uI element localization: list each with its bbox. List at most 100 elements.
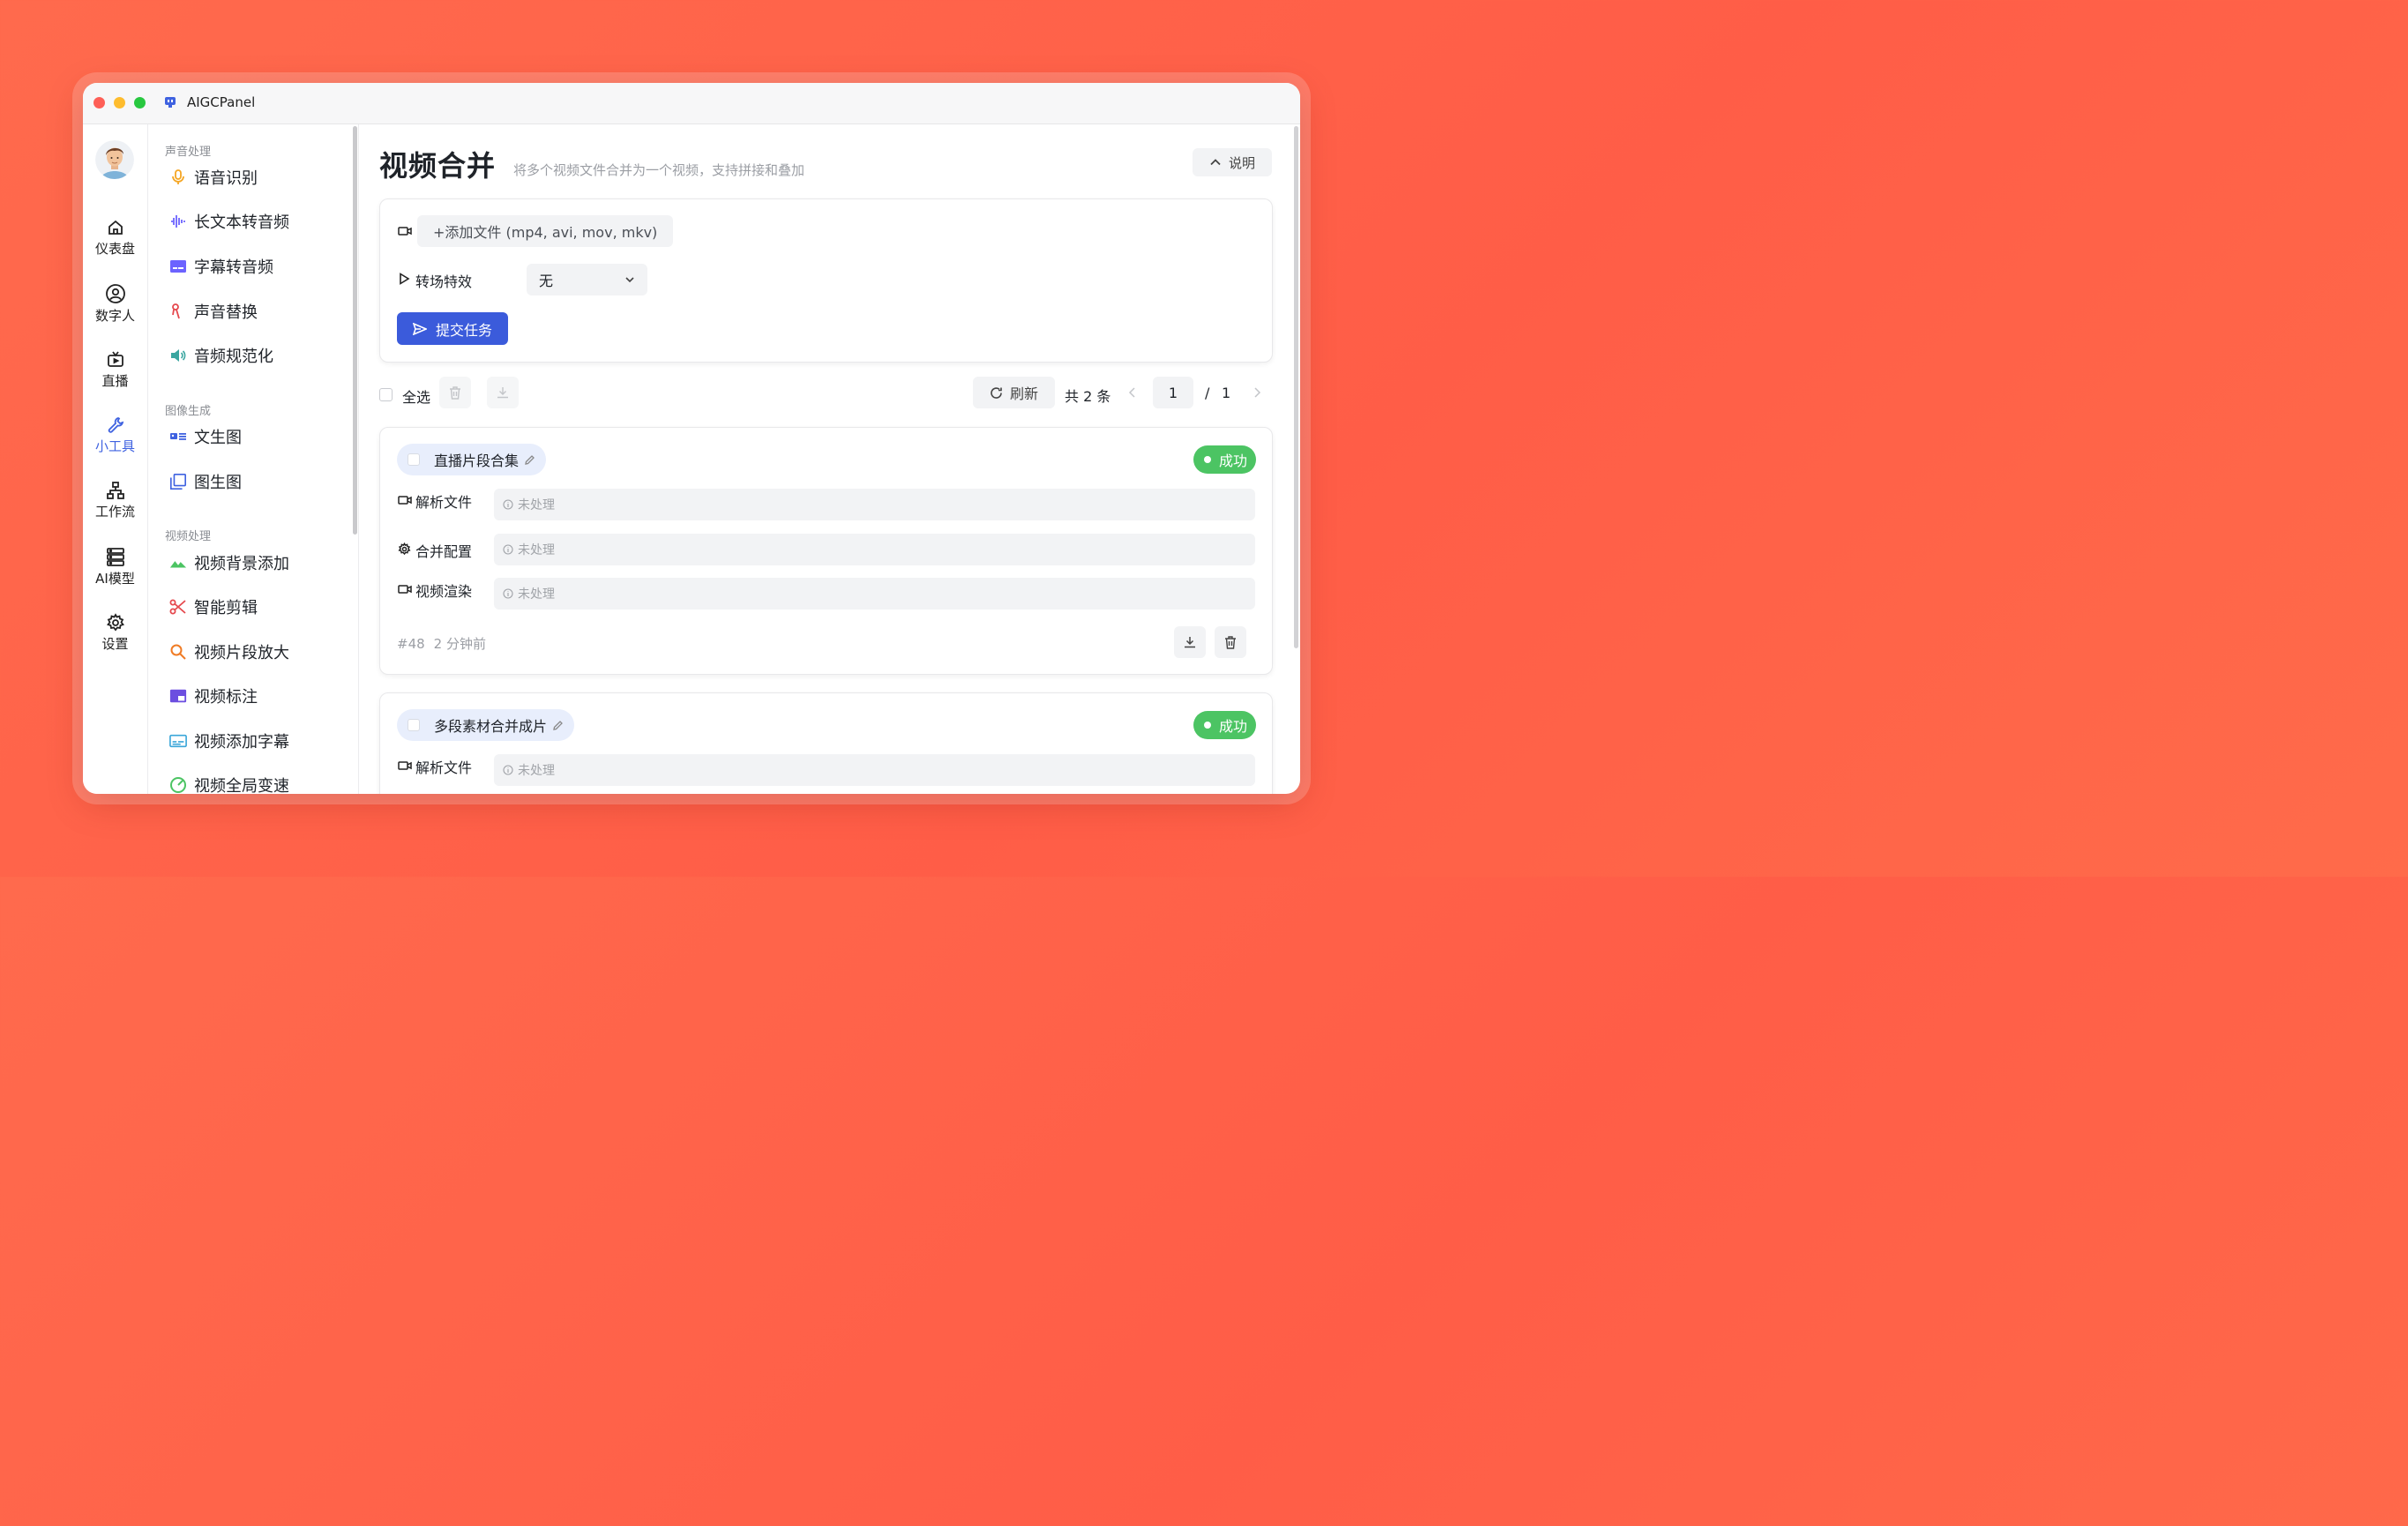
task-card: 直播片段合集 成功 解析文件 未处理 合并配置 未处理 视频渲染 未处理 #48… — [379, 427, 1273, 675]
prev-page-icon[interactable] — [1128, 387, 1137, 398]
download-icon — [497, 387, 508, 399]
workflow-icon — [106, 482, 124, 499]
menu-item-video-add-subtitle[interactable]: 视频添加字幕 — [169, 729, 289, 752]
task-name: 多段素材合并成片 — [434, 718, 548, 735]
task-checkbox[interactable] — [408, 719, 420, 731]
tv-icon — [107, 351, 123, 367]
rail-item-ai-model[interactable]: AI模型 — [83, 546, 147, 587]
status-badge: 成功 — [1193, 445, 1256, 474]
menu-group-title: 视频处理 — [165, 530, 212, 543]
tools-menu: 声音处理 语音识别 长文本转音频 字幕转音频 声音替换 音频规范化 图像生成 文… — [148, 124, 359, 794]
menu-item-subtitle-to-audio[interactable]: 字幕转音频 — [169, 255, 273, 278]
batch-download-button[interactable] — [487, 377, 519, 408]
waveform-icon — [169, 213, 187, 230]
download-icon — [1185, 637, 1195, 648]
menu-item-video-background[interactable]: 视频背景添加 — [169, 551, 289, 574]
menu-item-voice-replace[interactable]: 声音替换 — [169, 300, 258, 323]
menu-item-image-to-image[interactable]: 图生图 — [169, 470, 242, 493]
rail-item-settings[interactable]: 设置 — [83, 613, 147, 653]
transition-select[interactable]: 无 — [527, 264, 647, 295]
task-download-button[interactable] — [1174, 626, 1206, 658]
step-label: 解析文件 — [415, 759, 473, 776]
menu-group-title: 图像生成 — [165, 405, 212, 418]
maximize-window-button[interactable] — [134, 97, 146, 108]
menu-item-video-annotate[interactable]: 视频标注 — [169, 684, 258, 707]
rail-item-label: 直播 — [101, 373, 129, 389]
edit-pencil-icon[interactable] — [524, 454, 535, 466]
edit-pencil-icon[interactable] — [552, 720, 564, 731]
step-value: 未处理 — [494, 534, 1255, 565]
close-window-button[interactable] — [93, 97, 105, 108]
play-icon — [400, 273, 410, 285]
step-label: 合并配置 — [415, 543, 473, 560]
task-checkbox[interactable] — [408, 453, 420, 466]
rail-item-digital-human[interactable]: 数字人 — [83, 283, 147, 325]
page-separator: / — [1205, 385, 1210, 401]
page-number-input[interactable]: 1 — [1153, 377, 1193, 408]
rail-item-dashboard[interactable]: 仪表盘 — [83, 218, 147, 258]
menu-item-label: 音频规范化 — [194, 348, 273, 366]
nav-rail: 仪表盘 数字人 直播 小工具 工作流 AI模型 设置 — [83, 124, 148, 794]
step-label: 视频渲染 — [415, 583, 473, 600]
rail-item-label: 小工具 — [94, 438, 135, 454]
add-file-button[interactable]: +添加文件 (mp4, avi, mov, mkv) — [417, 215, 674, 247]
page-total: 1 — [1222, 385, 1231, 401]
title-bar: AIGCPanel — [83, 83, 1300, 124]
speaker-icon — [169, 347, 187, 364]
rail-item-workflow[interactable]: 工作流 — [83, 481, 147, 520]
menu-item-text-to-image[interactable]: 文生图 — [169, 425, 242, 448]
rail-item-tools[interactable]: 小工具 — [83, 415, 147, 455]
info-icon — [503, 765, 513, 775]
menu-item-label: 视频背景添加 — [194, 555, 289, 573]
task-delete-button[interactable] — [1215, 626, 1246, 658]
batch-delete-button[interactable] — [439, 377, 471, 408]
rail-item-live[interactable]: 直播 — [83, 350, 147, 390]
task-name-chip[interactable]: 直播片段合集 — [397, 444, 547, 475]
total-count: 共 2 条 — [1065, 388, 1111, 405]
picture-in-picture-icon — [169, 687, 187, 705]
menu-group-title: 声音处理 — [165, 146, 212, 159]
chevron-down-icon — [625, 277, 634, 283]
page-subtitle: 将多个视频文件合并为一个视频，支持拼接和叠加 — [513, 162, 805, 178]
menu-item-label: 字幕转音频 — [194, 258, 273, 277]
task-meta: #48 2 分钟前 — [397, 634, 486, 653]
avatar[interactable] — [95, 140, 134, 179]
menu-item-label: 视频标注 — [194, 688, 258, 707]
menu-item-video-upscale[interactable]: 视频片段放大 — [169, 640, 289, 663]
user-circle-icon — [105, 284, 125, 303]
gear-icon — [398, 542, 411, 556]
status-label: 成功 — [1218, 718, 1247, 735]
rail-item-label: 设置 — [101, 636, 129, 652]
microphone-icon — [169, 168, 187, 186]
menu-item-label: 长文本转音频 — [194, 213, 289, 232]
step-value: 未处理 — [494, 489, 1255, 520]
server-icon — [106, 548, 124, 566]
refresh-icon — [991, 386, 1002, 399]
menu-scrollbar[interactable] — [353, 126, 357, 535]
menu-item-video-speed[interactable]: 视频全局变速 — [169, 774, 289, 794]
subtitle-icon — [169, 258, 187, 275]
app-logo-icon — [165, 97, 176, 108]
menu-item-long-text-to-audio[interactable]: 长文本转音频 — [169, 210, 289, 233]
menu-item-audio-normalize[interactable]: 音频规范化 — [169, 344, 273, 367]
submit-task-button[interactable]: 提交任务 — [397, 312, 508, 345]
status-label: 成功 — [1218, 453, 1247, 469]
main-scrollbar[interactable] — [1294, 126, 1298, 648]
text-image-icon — [169, 428, 187, 445]
minimize-window-button[interactable] — [114, 97, 125, 108]
select-all-checkbox[interactable] — [379, 388, 393, 401]
refresh-button[interactable]: 刷新 — [973, 377, 1055, 408]
magnifier-icon — [169, 643, 187, 661]
task-name-chip[interactable]: 多段素材合并成片 — [397, 709, 575, 741]
video-camera-icon — [398, 761, 412, 770]
rail-item-label: AI模型 — [95, 571, 135, 587]
next-page-icon[interactable] — [1253, 387, 1261, 398]
info-icon — [503, 588, 513, 599]
menu-item-speech-recognition[interactable]: 语音识别 — [169, 166, 258, 189]
info-icon — [503, 544, 513, 555]
help-button[interactable]: 说明 — [1193, 148, 1272, 176]
menu-item-smart-edit[interactable]: 智能剪辑 — [169, 595, 258, 618]
menu-item-label: 图生图 — [194, 474, 242, 492]
select-all-label: 全选 — [402, 389, 431, 406]
karaoke-mic-icon — [169, 303, 187, 320]
